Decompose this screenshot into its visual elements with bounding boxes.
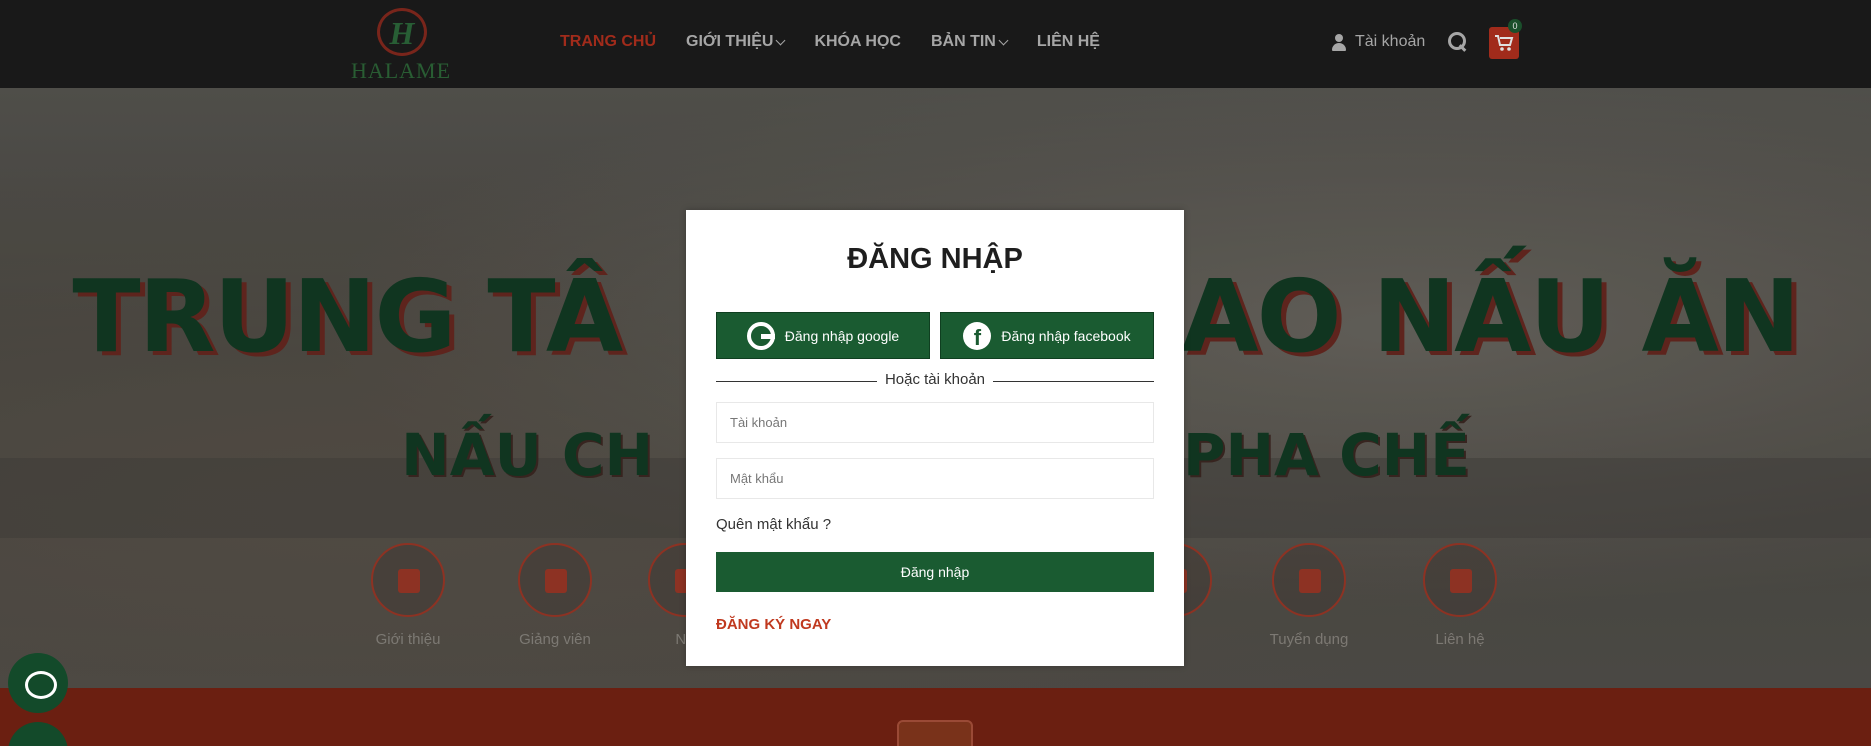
username-field[interactable] [716, 402, 1154, 443]
login-submit-button[interactable]: Đăng nhập [716, 552, 1154, 592]
google-login-button[interactable]: Đăng nhập google [716, 312, 930, 359]
facebook-login-button[interactable]: f Đăng nhập facebook [940, 312, 1154, 359]
modal-title: ĐĂNG NHẬP [847, 243, 1023, 275]
register-link[interactable]: ĐĂNG KÝ NGAY [716, 616, 831, 633]
forgot-password-link[interactable]: Quên mật khẩu ? [716, 516, 831, 533]
login-modal: ĐĂNG NHẬP Đăng nhập google f Đăng nhập f… [686, 210, 1184, 666]
google-icon [746, 321, 775, 350]
facebook-login-label: Đăng nhập facebook [1001, 327, 1131, 344]
google-login-label: Đăng nhập google [784, 327, 900, 344]
facebook-icon: f [963, 321, 992, 350]
messenger-chat-button[interactable] [8, 653, 68, 713]
divider-label: Hoặc tài khoản [686, 371, 1184, 389]
password-field[interactable] [716, 458, 1154, 499]
